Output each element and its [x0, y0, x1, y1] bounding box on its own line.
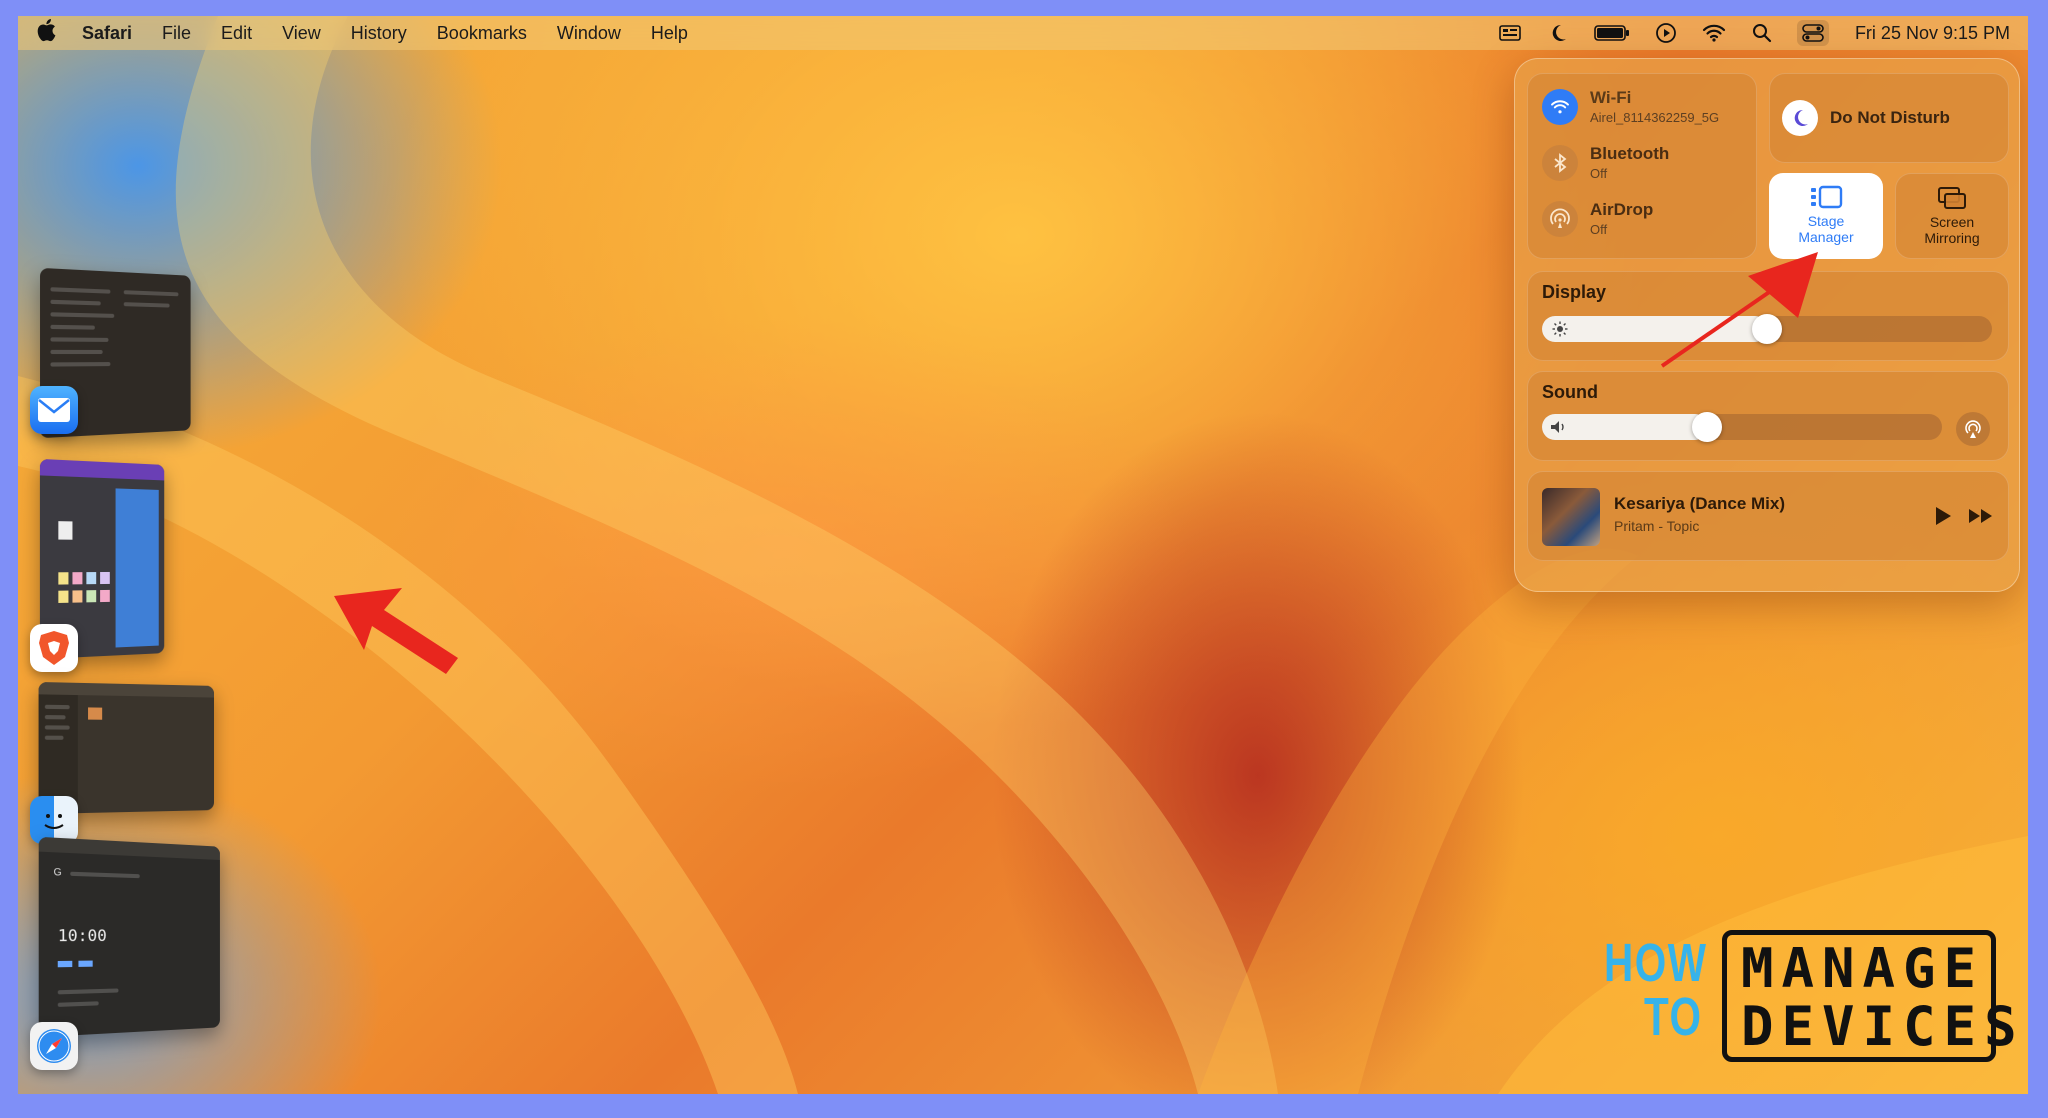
- wifi-toggle[interactable]: Wi-Fi Airel_8114362259_5G: [1542, 88, 1719, 125]
- brightness-slider-knob[interactable]: [1752, 314, 1782, 344]
- wifi-icon: [1542, 88, 1578, 125]
- speaker-icon: [1550, 420, 1568, 439]
- screen-mirroring-label-1: Screen: [1929, 214, 1975, 230]
- brave-icon[interactable]: [30, 624, 78, 672]
- now-playing-icon[interactable]: [1653, 22, 1679, 44]
- keyboard-input-icon[interactable]: [1497, 22, 1523, 44]
- menubar-clock[interactable]: Fri 25 Nov 9:15 PM: [1855, 23, 2010, 44]
- track-artist: Pritam - Topic: [1614, 518, 1700, 534]
- control-center-icon[interactable]: [1796, 20, 1829, 46]
- screen-mirroring-button[interactable]: Screen Mirroring: [1895, 173, 2009, 259]
- album-art: [1542, 488, 1600, 546]
- wifi-label: Wi-Fi: [1590, 88, 1632, 107]
- connectivity-tile: Wi-Fi Airel_8114362259_5G Bluetooth Off: [1527, 73, 1757, 259]
- stage-window-safari[interactable]: G 10:00: [38, 836, 220, 1038]
- sound-tile: Sound: [1527, 371, 2009, 461]
- airdrop-icon: [1542, 200, 1578, 237]
- moon-icon: [1782, 100, 1818, 136]
- airplay-audio-icon[interactable]: [1956, 412, 1990, 446]
- status-items: Fri 25 Nov 9:15 PM: [1497, 20, 2010, 46]
- stage-manager-label-2: Manager: [1798, 229, 1854, 245]
- focus-moon-icon[interactable]: [1545, 22, 1571, 44]
- airdrop-label: AirDrop: [1590, 200, 1654, 219]
- bluetooth-label: Bluetooth: [1590, 144, 1670, 163]
- track-title: Kesariya (Dance Mix): [1614, 494, 1786, 513]
- logo-to-text: TO: [1644, 987, 1703, 1047]
- fast-forward-icon[interactable]: [1968, 508, 1994, 529]
- mail-icon[interactable]: [30, 386, 78, 434]
- screen-mirroring-label-2: Mirroring: [1924, 230, 1980, 246]
- logo-how-text: HOW: [1604, 933, 1708, 993]
- menu-window[interactable]: Window: [557, 23, 621, 44]
- stage-manager-label-1: Stage: [1807, 213, 1845, 229]
- volume-slider-knob[interactable]: [1692, 412, 1722, 442]
- spotlight-search-icon[interactable]: [1749, 22, 1775, 44]
- play-icon[interactable]: [1934, 506, 1952, 531]
- safari-icon[interactable]: [30, 1022, 78, 1070]
- airdrop-status: Off: [1590, 222, 1608, 237]
- bluetooth-toggle[interactable]: Bluetooth Off: [1542, 144, 1669, 181]
- logo-box: MANAGE DEVICES: [1722, 930, 2017, 1062]
- now-playing-tile: Kesariya (Dance Mix) Pritam - Topic: [1527, 471, 2009, 561]
- apple-menu-icon[interactable]: [36, 18, 64, 48]
- stage-manager-button[interactable]: Stage Manager: [1769, 173, 1883, 259]
- menu-help[interactable]: Help: [651, 23, 688, 44]
- thumb-clock-text: 10:00: [57, 925, 107, 946]
- wifi-network-name: Airel_8114362259_5G: [1590, 110, 1720, 125]
- do-not-disturb-button[interactable]: Do Not Disturb: [1769, 73, 2009, 163]
- airdrop-toggle[interactable]: AirDrop Off: [1542, 200, 1653, 237]
- annotation-arrow-left: [334, 588, 458, 674]
- menu-history[interactable]: History: [351, 23, 407, 44]
- bluetooth-icon: [1542, 144, 1578, 181]
- menu-bookmarks[interactable]: Bookmarks: [437, 23, 527, 44]
- bluetooth-status: Off: [1590, 166, 1608, 181]
- brightness-slider[interactable]: [1542, 314, 1992, 344]
- battery-icon[interactable]: [1593, 22, 1631, 44]
- screen-mirroring-icon: [1938, 187, 1966, 209]
- control-center-panel: Wi-Fi Airel_8114362259_5G Bluetooth Off: [1514, 58, 2020, 592]
- sound-title: Sound: [1542, 382, 1598, 402]
- menu-edit[interactable]: Edit: [221, 23, 252, 44]
- stage-window-finder[interactable]: [38, 681, 215, 815]
- volume-slider[interactable]: [1542, 412, 1942, 442]
- menu-view[interactable]: View: [282, 23, 321, 44]
- brightness-sun-icon: [1552, 321, 1568, 342]
- menu-bar: Safari File Edit View History Bookmarks …: [18, 16, 2028, 50]
- desktop-wallpaper: Safari File Edit View History Bookmarks …: [18, 16, 2028, 1094]
- menu-app-name[interactable]: Safari: [82, 23, 132, 44]
- logo-devices-text: DEVICES: [1741, 995, 2025, 1058]
- wifi-menubar-icon[interactable]: [1701, 22, 1727, 44]
- logo-manage-text: MANAGE: [1741, 937, 1985, 1000]
- brightness-slider-fill: [1542, 316, 1768, 342]
- display-title: Display: [1542, 282, 1607, 302]
- display-tile: Display: [1527, 271, 2009, 361]
- stage-manager-icon: [1811, 185, 1843, 209]
- menu-file[interactable]: File: [162, 23, 191, 44]
- do-not-disturb-label: Do Not Disturb: [1830, 108, 1950, 127]
